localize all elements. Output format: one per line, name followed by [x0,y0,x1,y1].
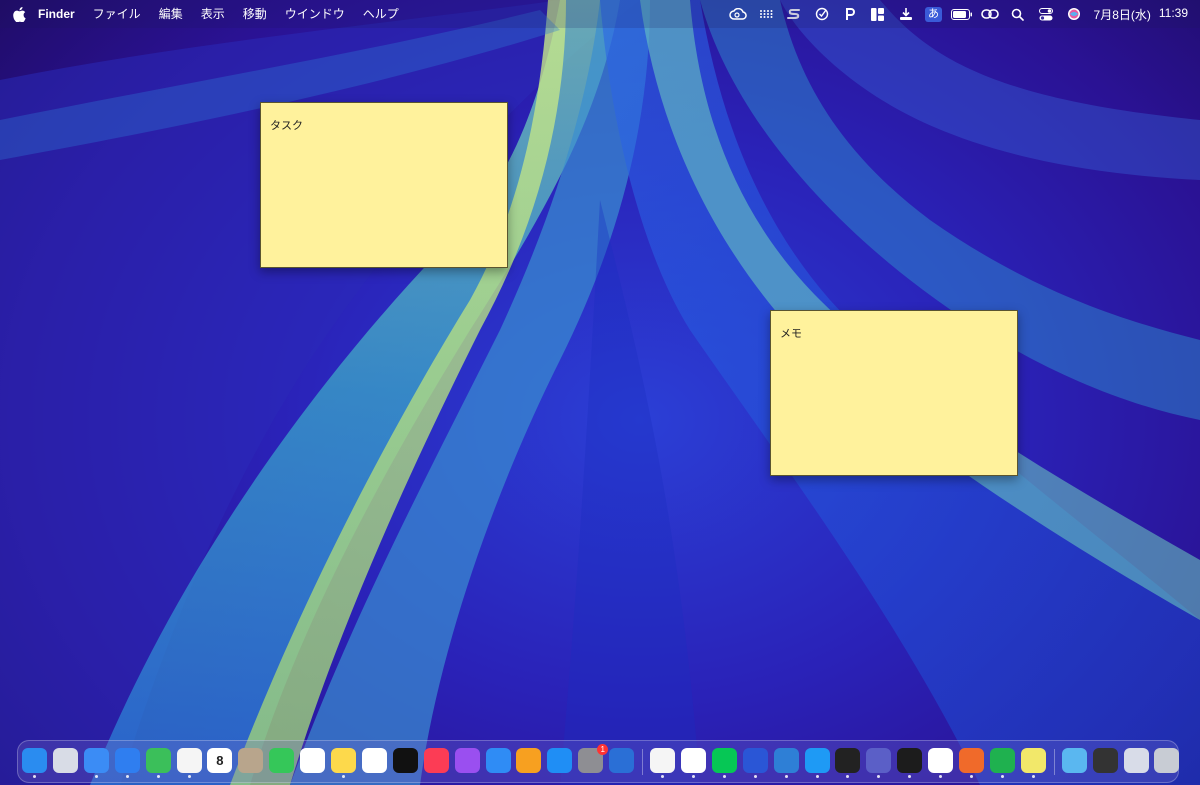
menu-help[interactable]: ヘルプ [354,0,408,28]
dock-calendar-icon[interactable]: 8 [207,748,233,773]
sticky-note-text[interactable]: メモ [780,325,802,341]
dock: 81 [17,740,1180,783]
dock-chrome-icon[interactable] [680,748,706,773]
search-icon[interactable] [1004,0,1032,28]
running-indicator [815,775,819,778]
dock-sunburst-app-icon[interactable] [959,748,984,773]
download-icon[interactable] [892,0,920,28]
dock-terminal-icon[interactable] [897,748,923,773]
menu-go[interactable]: 移動 [234,0,276,28]
running-indicator [125,775,129,778]
dock-teams-icon[interactable] [866,748,892,773]
running-indicator [1031,775,1035,778]
running-indicator [846,775,850,778]
clock-time: 11:39 [1158,5,1188,20]
dock-tv-icon[interactable] [392,748,418,773]
running-indicator [908,775,912,778]
dock-pages-icon[interactable] [516,748,542,773]
dock-folder-icon[interactable] [1061,748,1087,773]
clock-date: 7月8日(水) [1093,7,1151,22]
menu-bar: Finder ファイル 編集 表示 移動 ウインドウ ヘルプ あ 7月8日(水)… [0,0,1200,28]
dock-line-icon[interactable] [711,748,737,773]
grid-dots-icon[interactable] [752,0,780,28]
input-method-label: あ [925,6,943,22]
dock-desktop-stack-icon[interactable] [1092,748,1118,773]
s-icon[interactable] [780,0,808,28]
running-indicator [1000,775,1004,778]
dock-tour-app-icon[interactable] [835,748,861,773]
dock-robot-app-icon[interactable] [773,748,799,773]
running-indicator [691,775,695,778]
battery-icon[interactable] [948,0,976,28]
dock-system-settings-icon[interactable]: 1 [578,744,609,773]
dock-launchpad-icon[interactable] [52,748,78,773]
running-indicator [753,775,757,778]
dock-facetime-icon[interactable] [269,748,295,773]
dock-q-app-icon[interactable] [804,748,830,773]
dock-numbers-icon[interactable] [989,748,1015,773]
dock-stickies-notes-icon[interactable] [1020,748,1046,773]
calendar-day-label: 8 [216,753,224,768]
menu-app-finder[interactable]: Finder [38,0,84,28]
wallpaper-art [0,0,1200,785]
dock-music-icon[interactable] [423,748,449,773]
running-indicator [156,775,160,778]
dock-trash-icon[interactable] [1154,748,1180,773]
siri-icon[interactable] [1060,0,1088,28]
dock-freeform-icon[interactable] [361,748,387,773]
running-indicator [342,775,345,778]
dock-podcasts-icon[interactable] [454,748,480,773]
dock-contacts-icon[interactable] [238,748,264,773]
dock-separator [642,749,643,775]
sticky-note-memo[interactable]: メモ [770,310,1018,476]
running-indicator [187,775,191,778]
desktop-wallpaper [0,0,1200,785]
creative-cloud-icon[interactable] [724,0,752,28]
dock-stickies-app-icon[interactable] [650,748,675,773]
running-indicator [970,775,973,778]
dock-notes-icon[interactable] [331,748,356,773]
dock-iphone-mirroring-icon[interactable] [609,748,635,773]
running-indicator [877,775,881,778]
dock-window-stack-icon[interactable] [1123,748,1149,773]
dock-keynote-icon[interactable] [485,748,511,773]
input-method-icon[interactable]: あ [920,0,948,28]
running-indicator [722,775,726,778]
dock-d-app-icon[interactable] [928,748,954,773]
menu-file[interactable]: ファイル [84,0,150,28]
clock[interactable]: 7月8日(水) 11:39 [1088,6,1188,23]
menu-window[interactable]: ウインドウ [276,0,354,28]
dock-separator [1053,749,1055,775]
dock-safari-icon[interactable] [114,748,140,773]
dock-finder-icon[interactable] [22,748,47,773]
dock-mail-icon[interactable] [83,748,109,773]
menu-edit[interactable]: 編集 [150,0,192,28]
dock-app-store-icon[interactable] [547,748,573,773]
layout-icon[interactable] [864,0,892,28]
running-indicator [939,775,943,778]
notification-badge: 1 [597,744,609,755]
dock-maps-icon[interactable] [145,748,171,773]
check-circle-icon[interactable] [808,0,836,28]
running-indicator [94,775,98,778]
link-icon[interactable] [976,0,1004,28]
running-indicator [33,775,36,778]
sticky-note-task[interactable]: タスク [260,102,508,268]
running-indicator [784,775,788,778]
running-indicator [661,775,664,778]
control-center-icon[interactable] [1032,0,1060,28]
sticky-note-text[interactable]: タスク [270,117,303,133]
dock-reminders-icon[interactable] [300,748,326,773]
apple-logo-icon[interactable] [0,6,38,22]
dock-tasks-icon[interactable] [742,748,768,773]
menu-view[interactable]: 表示 [192,0,234,28]
dock-photos-icon[interactable] [176,748,202,773]
p-icon[interactable] [836,0,864,28]
